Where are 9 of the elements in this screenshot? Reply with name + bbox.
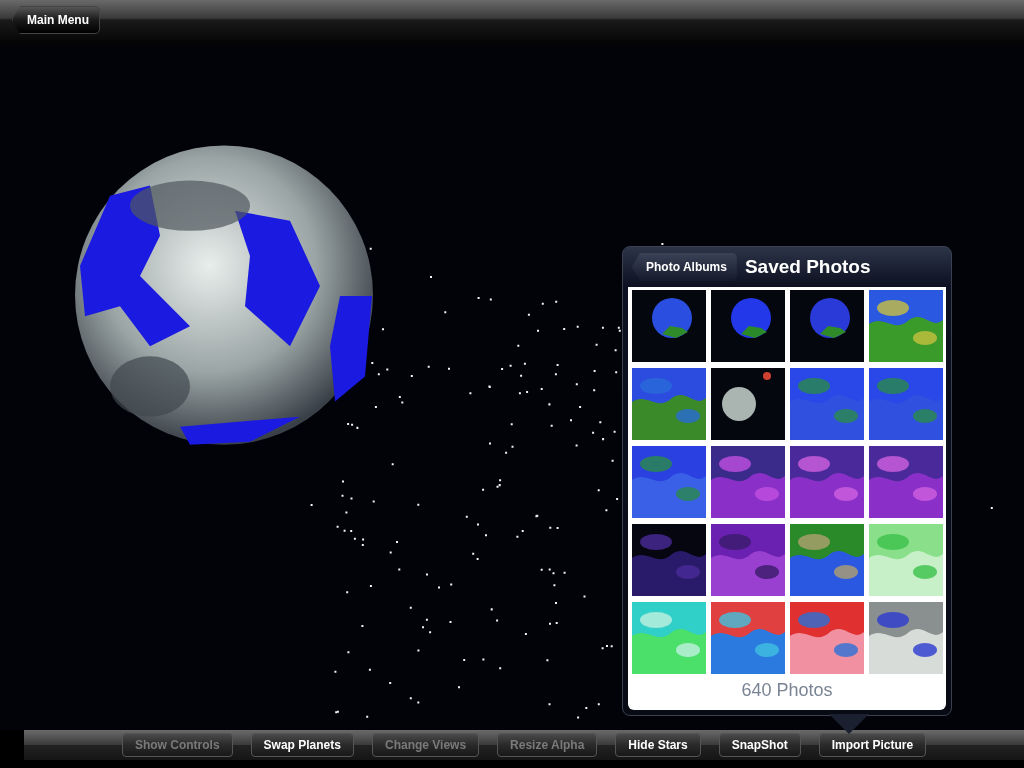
popover-arrow-icon	[829, 714, 869, 734]
toolbar-button[interactable]: Import Picture	[818, 733, 927, 757]
main-menu-button[interactable]: Main Menu	[12, 6, 100, 34]
photo-albums-button[interactable]: Photo Albums	[632, 253, 737, 281]
toolbar-button[interactable]: Swap Planets	[250, 733, 354, 757]
toolbar-button[interactable]: SnapShot	[718, 733, 801, 757]
popover-title: Saved Photos	[744, 256, 871, 278]
photo-count: 640 Photos	[740, 680, 834, 701]
toolbar-button[interactable]: Hide Stars	[615, 733, 701, 757]
